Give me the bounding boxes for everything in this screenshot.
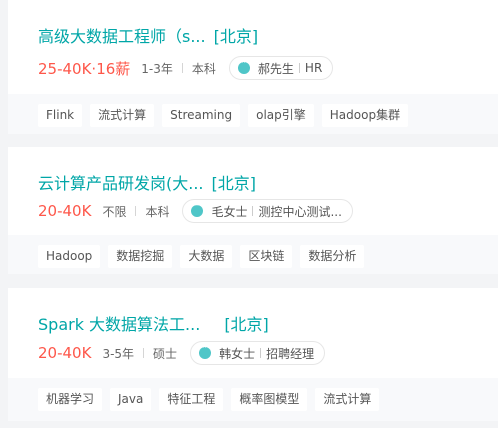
education: 本科 [191,61,216,76]
skill-tag: 流式计算 [90,104,155,127]
skill-tag: 大数据 [180,245,233,268]
job-card[interactable]: 高级大数据工程师（s... [北京] 25-40K·16薪 1-3年 本科 郝先… [8,0,498,134]
skill-tag: 机器学习 [38,388,103,411]
skill-tag: Streaming [162,104,241,127]
job-card[interactable]: Spark 大数据算法工... [北京] 20-40K 3-5年 硕士 韩女士 … [8,288,498,421]
job-city: [北京] [213,27,259,46]
salary: 20-40K [38,202,92,220]
salary: 25-40K·16薪 [38,59,131,78]
tag-list: Hadoop 数据挖掘 大数据 区块链 数据分析 [8,235,498,274]
skill-tag: 流式计算 [315,388,380,411]
divider [181,63,183,73]
divider [143,348,145,358]
skill-tag: olap引擎 [248,104,314,127]
job-title-link[interactable]: Spark 大数据算法工... [38,311,200,335]
salary: 20-40K [38,344,92,362]
job-city: [北京] [211,174,257,193]
contact-chat-button[interactable]: 毛女士 测控中心测试... [182,199,353,223]
job-city: [北京] [224,315,269,334]
contact-name: 韩女士 [219,346,256,361]
education: 本科 [145,204,170,219]
chat-bubble-icon [191,201,204,217]
skill-tag: 特征工程 [159,388,224,411]
divider [298,63,300,73]
skill-tag: 区块链 [240,245,293,268]
chat-bubble-icon [237,58,250,74]
divider [252,206,254,216]
contact-role: HR [304,61,323,75]
skill-tag: Hadoop集群 [321,104,409,127]
skill-tag: Java [110,388,152,411]
experience: 1-3年 [141,61,173,76]
contact-name: 郝先生 [257,61,294,76]
contact-chat-button[interactable]: 郝先生 HR [228,56,334,80]
skill-tag: 数据挖掘 [108,245,173,268]
chat-bubble-icon [199,343,212,359]
experience: 不限 [102,204,127,219]
job-title-link[interactable]: 云计算产品研发岗(大... [38,170,204,194]
contact-role: 测控中心测试... [258,204,342,219]
skill-tag: 数据分析 [300,245,365,268]
experience: 3-5年 [102,346,135,361]
job-title-link[interactable]: 高级大数据工程师（s... [38,23,206,47]
job-card[interactable]: 云计算产品研发岗(大... [北京] 20-40K 不限 本科 毛女士 测控中心… [8,147,498,274]
tag-list: Flink 流式计算 Streaming olap引擎 Hadoop集群 [8,94,498,134]
divider [135,206,137,216]
tag-list: 机器学习 Java 特征工程 概率图模型 流式计算 [8,378,498,421]
contact-name: 毛女士 [211,204,248,219]
skill-tag: Hadoop [38,245,101,268]
divider [260,348,262,358]
contact-chat-button[interactable]: 韩女士 招聘经理 [190,341,326,365]
education: 硕士 [153,346,178,361]
skill-tag: 概率图模型 [231,388,308,411]
skill-tag: Flink [38,104,83,127]
contact-role: 招聘经理 [266,346,315,361]
